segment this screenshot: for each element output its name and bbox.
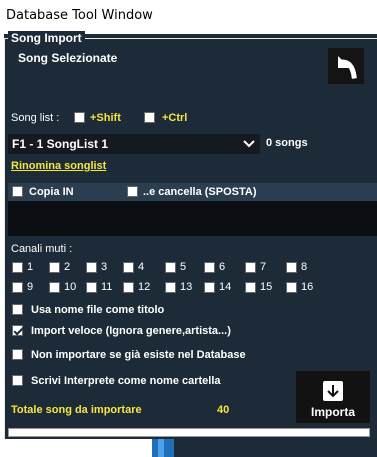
background-window-strip [0,439,377,457]
channel-4-checkbox[interactable] [123,262,134,273]
channel-14-label: 14 [219,281,232,293]
total-songs-value: 40 [217,404,230,416]
channel-12-checkbox[interactable] [123,282,134,293]
channel-6-label: 6 [219,261,226,273]
ctrl-label: +Ctrl [162,112,188,124]
channel-6-checkbox[interactable] [204,262,215,273]
skip-existing-label: Non importare se già esiste nel Database [31,349,246,361]
move-checkbox[interactable] [127,186,138,197]
channel-13-label: 13 [180,281,193,293]
import-button-label: Importa [310,405,355,419]
copy-destination-field[interactable] [8,201,377,236]
window-title: Database Tool Window [0,0,377,30]
channel-9-label: 9 [27,281,34,293]
background-dark-block [174,439,377,457]
background-blue-highlight [158,439,164,457]
import-progress-bar [8,428,370,437]
channel-1-checkbox[interactable] [12,262,23,273]
shift-checkbox[interactable] [74,112,85,123]
move-label: ..e cancella (SPOSTA) [143,186,257,198]
shift-label: +Shift [90,112,121,124]
fast-import-label: Import veloce (Ignora genere,artista...) [31,325,231,337]
back-button[interactable] [328,48,364,84]
channel-3-checkbox[interactable] [86,262,97,273]
rename-songlist-link[interactable]: Rinomina songlist [11,160,106,172]
songlist-select[interactable]: F1 - 1 SongList 1 [8,134,260,154]
channel-12-label: 12 [138,281,151,293]
channel-10-label: 10 [64,281,77,293]
channel-9-checkbox[interactable] [12,282,23,293]
channel-14-checkbox[interactable] [204,282,215,293]
chevron-down-icon [243,140,255,148]
channel-11-checkbox[interactable] [86,282,97,293]
songlist-count: 0 songs [266,137,308,149]
songlist-label: Song list : [11,112,60,124]
selected-songs-label: Song Selezionate [18,51,118,65]
channel-8-label: 8 [301,261,308,273]
songlist-selected-value: F1 - 1 SongList 1 [12,137,109,151]
channel-5-label: 5 [180,261,187,273]
channel-13-checkbox[interactable] [165,282,176,293]
write-artist-checkbox[interactable] [12,375,23,386]
group-border-left [4,38,5,439]
channel-11-label: 11 [101,281,113,293]
channel-2-label: 2 [64,261,71,273]
muted-channels-label: Canali muti : [11,243,73,255]
copy-in-checkbox[interactable] [12,186,23,197]
channel-16-label: 16 [301,281,314,293]
fast-import-checkbox[interactable] [12,325,23,336]
channel-4-label: 4 [138,261,145,273]
ctrl-checkbox[interactable] [144,112,155,123]
channel-15-checkbox[interactable] [245,282,256,293]
channel-5-checkbox[interactable] [165,262,176,273]
import-button[interactable]: Importa [296,371,370,423]
filename-title-checkbox[interactable] [12,304,23,315]
channel-3-label: 3 [101,261,108,273]
channel-15-label: 15 [260,281,273,293]
group-legend: Song Import [8,31,85,45]
total-songs-label: Totale song da importare [11,404,142,416]
channel-1-label: 1 [27,261,34,273]
write-artist-label: Scrivi Interprete come nome cartella [31,375,221,387]
channel-2-checkbox[interactable] [49,262,60,273]
skip-existing-checkbox[interactable] [12,349,23,360]
channel-16-checkbox[interactable] [286,282,297,293]
channel-10-checkbox[interactable] [49,282,60,293]
undo-arrow-icon [338,56,357,79]
download-arrow-icon [323,381,343,401]
channel-8-checkbox[interactable] [286,262,297,273]
channel-7-label: 7 [260,261,267,273]
channel-7-checkbox[interactable] [245,262,256,273]
copy-in-label: Copia IN [29,186,74,198]
filename-title-label: Usa nome file come titolo [31,304,165,316]
